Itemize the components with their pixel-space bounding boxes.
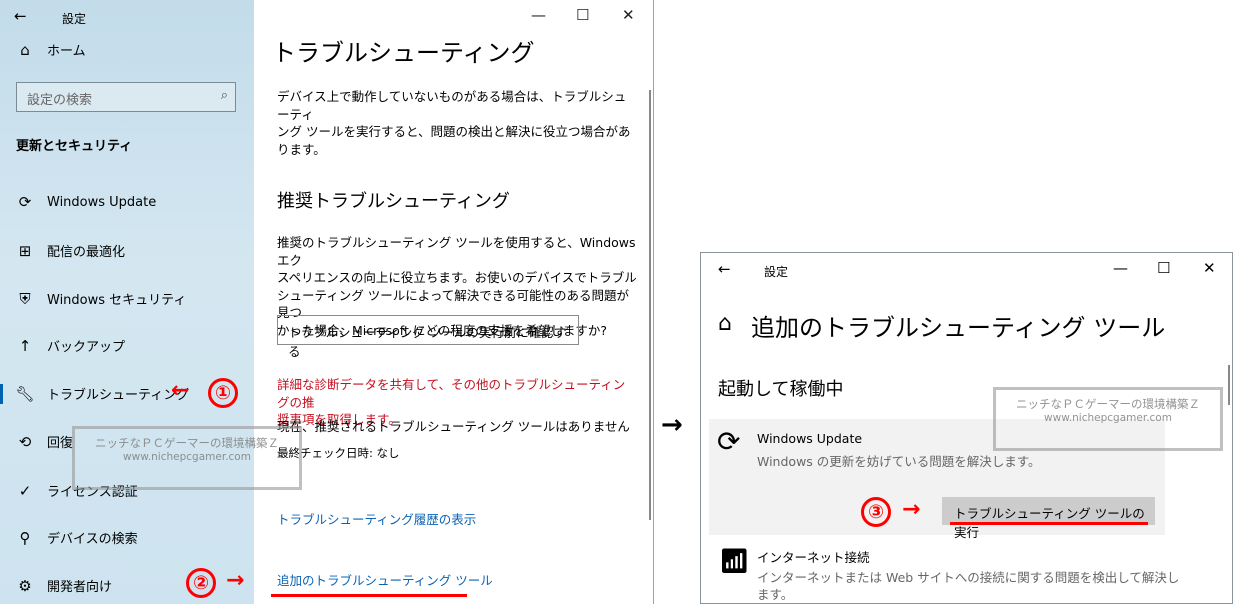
sidebar-item-label: ホーム — [47, 44, 86, 59]
recommended-heading: 推奨トラブルシューティング — [277, 191, 510, 212]
text-line: スペリエンスの向上に役立ちます。お使いのデバイスでトラブル — [277, 270, 637, 285]
recovery-icon: ⟲ — [18, 432, 32, 451]
page-title: トラブルシューティング — [272, 39, 535, 67]
watermark-line1: ニッチなＰＣゲーマーの環境構築Ｚ — [1016, 397, 1200, 411]
refresh-icon: ⟳ — [717, 425, 741, 458]
text-line: ります。 — [277, 141, 326, 157]
section-title: 更新とセキュリティ — [16, 139, 133, 154]
sidebar-item-security[interactable]: ⛨ Windows セキュリティ — [16, 289, 187, 309]
shield-icon: ⛨ — [19, 289, 31, 308]
annotation-step-2: ② — [186, 568, 216, 598]
close-button[interactable]: ✕ — [1203, 259, 1216, 277]
sidebar-item-find-device[interactable]: ⚲ デバイスの検索 — [16, 528, 138, 548]
run-troubleshooter-button[interactable]: トラブルシューティング ツールの実行 — [942, 497, 1155, 540]
annotation-step-1: ① — [208, 378, 238, 408]
page-title: 追加のトラブルシューティング ツール — [751, 314, 1166, 342]
card-description: Windows の更新を妨げている問題を解決します。 — [757, 454, 1041, 469]
troubleshoot-preference-dropdown[interactable]: トラブルシューティング ツールの実行前に確認する ⌵ — [277, 315, 579, 359]
watermark-line1: ニッチなＰＣゲーマーの環境構築Ｚ — [95, 436, 279, 450]
wrench-icon: 🔧︎ — [15, 384, 35, 403]
scrollbar[interactable] — [649, 90, 651, 520]
window-title: 設定 — [764, 265, 789, 279]
text-line: 詳細な診断データを共有して、その他のトラブルシューティングの推 — [277, 377, 626, 410]
sidebar-item-label: 回復 — [47, 436, 74, 451]
chevron-down-icon: ⌵ — [560, 320, 570, 335]
settings-window-troubleshoot: ← 設定 ⌂ ホーム 設定の検索 ⌕ 更新とセキュリティ ⟳ Windows U… — [0, 0, 654, 604]
minimize-button[interactable]: — — [1113, 259, 1128, 277]
history-link[interactable]: トラブルシューティング履歴の表示 — [277, 511, 476, 529]
maximize-button[interactable]: ☐ — [576, 6, 589, 24]
section-title: 起動して稼働中 — [718, 379, 844, 400]
scrollbar[interactable] — [1228, 365, 1230, 405]
check-circle-icon: ✓ — [18, 481, 32, 500]
no-recommended-text: 現在、推奨されるトラブルシューティング ツールはありません — [277, 419, 630, 434]
sidebar-item-label: 配信の最適化 — [47, 245, 126, 260]
home-icon: ⌂ — [718, 311, 732, 336]
sidebar-item-label: 開発者向け — [47, 580, 113, 595]
sidebar-item-delivery[interactable]: ⊞ 配信の最適化 — [16, 241, 126, 261]
text-line: ング ツールを実行すると、問題の検出と解決に役立つ場合があ — [277, 124, 631, 139]
sidebar: ← 設定 ⌂ ホーム 設定の検索 ⌕ 更新とセキュリティ ⟳ Windows U… — [0, 0, 254, 604]
person-location-icon: ⚲ — [19, 528, 31, 547]
refresh-icon: ⟳ — [18, 193, 32, 211]
annotation-underline — [271, 594, 467, 597]
item-description: ます。 — [757, 587, 794, 602]
search-input[interactable]: 設定の検索 ⌕ — [16, 82, 236, 112]
minimize-button[interactable]: — — [531, 6, 546, 24]
annotation-label: ① — [214, 382, 232, 404]
sidebar-item-label: トラブルシューティング — [47, 388, 190, 403]
annotation-arrow: → — [226, 568, 245, 593]
annotation-arrow: ← — [171, 378, 190, 403]
sidebar-item-recovery[interactable]: ⟲ 回復 — [16, 432, 74, 452]
search-icon: ⌕ — [220, 88, 228, 103]
sidebar-item-troubleshoot[interactable]: 🔧︎ トラブルシューティング — [15, 384, 190, 404]
back-arrow-icon[interactable]: ← — [14, 7, 27, 25]
item-description: インターネットまたは Web サイトへの接続に関する問題を検出して解決し — [757, 570, 1180, 585]
watermark: ニッチなＰＣゲーマーの環境構築Ｚ www.nichepcgamer.com — [72, 426, 302, 490]
watermark: ニッチなＰＣゲーマーの環境構築Ｚ www.nichepcgamer.com — [993, 387, 1223, 451]
maximize-button[interactable]: ☐ — [1157, 259, 1170, 277]
sidebar-item-home[interactable]: ⌂ ホーム — [16, 40, 86, 60]
sidebar-item-label: バックアップ — [47, 340, 126, 355]
sidebar-item-developer[interactable]: ⚙ 開発者向け — [16, 576, 113, 596]
sidebar-item-label: デバイスの検索 — [47, 532, 138, 547]
selected-indicator — [0, 384, 3, 404]
annotation-step-3: ③ — [861, 497, 891, 527]
home-icon: ⌂ — [20, 40, 30, 59]
flow-arrow: → — [661, 410, 683, 440]
troubleshooter-item-internet[interactable]: 📶︎ インターネット接続 インターネットまたは Web サイトへの接続に関する問… — [709, 543, 1179, 603]
dropdown-value: トラブルシューティング ツールの実行前に確認する — [288, 325, 567, 359]
sidebar-item-backup[interactable]: ↑ バックアップ — [16, 336, 126, 356]
additional-troubleshooters-link[interactable]: 追加のトラブルシューティング ツール — [277, 572, 493, 590]
item-title: インターネット接続 — [757, 550, 870, 565]
close-button[interactable]: ✕ — [622, 6, 635, 24]
annotation-arrow: → — [902, 497, 921, 522]
search-placeholder: 設定の検索 — [27, 93, 93, 108]
back-arrow-icon[interactable]: ← — [718, 260, 731, 278]
sidebar-item-label: Windows Update — [47, 194, 157, 210]
card-title: Windows Update — [757, 431, 863, 446]
settings-window-additional: ← 設定 — ☐ ✕ ⌂ 追加のトラブルシューティング ツール 起動して稼働中 … — [700, 252, 1233, 604]
text-line: デバイス上で動作していないものがある場合は、トラブルシューティ — [277, 89, 627, 122]
watermark-line2: www.nichepcgamer.com — [1044, 412, 1172, 424]
developer-icon: ⚙ — [18, 576, 32, 595]
window-title: 設定 — [62, 12, 87, 26]
annotation-label: ② — [192, 572, 210, 594]
delivery-icon: ⊞ — [18, 241, 32, 260]
backup-arrow-icon: ↑ — [18, 336, 32, 355]
sidebar-item-windows-update[interactable]: ⟳ Windows Update — [16, 193, 157, 211]
watermark-line2: www.nichepcgamer.com — [123, 451, 251, 463]
annotation-label: ③ — [867, 501, 885, 523]
text-line: 推奨のトラブルシューティング ツールを使用すると、Windows エク — [277, 235, 636, 268]
annotation-underline — [950, 522, 1148, 525]
wifi-icon: 📶︎ — [719, 547, 750, 575]
intro-text: デバイス上で動作していないものがある場合は、トラブルシューティ ング ツールを実… — [277, 88, 632, 158]
sidebar-item-label: Windows セキュリティ — [47, 293, 187, 308]
